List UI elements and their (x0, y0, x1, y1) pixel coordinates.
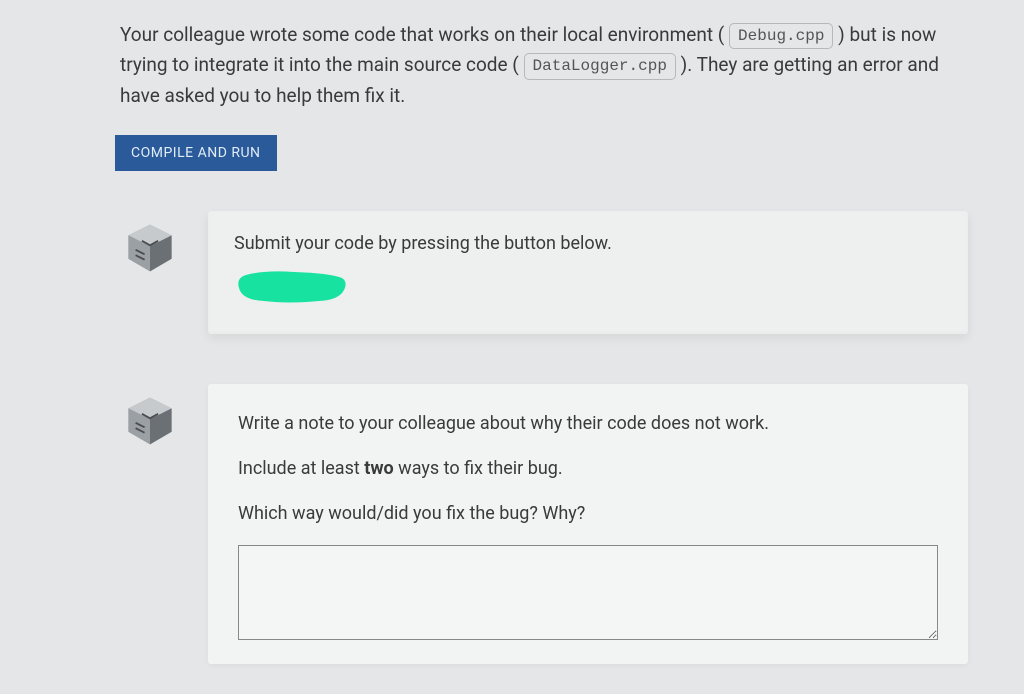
problem-description: Your colleague wrote some code that work… (120, 20, 940, 111)
note-section-icon-cell (120, 384, 180, 448)
note-instruction-2-pre: Include at least (238, 458, 364, 479)
note-instruction-2-post: ways to fix their bug. (394, 458, 563, 479)
note-section: Write a note to your colleague about why… (120, 384, 974, 664)
redaction-highlight (234, 268, 349, 304)
compile-and-run-button[interactable]: COMPILE AND RUN (115, 135, 277, 171)
intro-segment-1: Your colleague wrote some code that work… (120, 23, 724, 46)
note-input[interactable] (238, 545, 938, 640)
note-instruction-3: Which way would/did you fix the bug? Why… (238, 500, 938, 527)
cube-icon (123, 394, 177, 448)
submit-section: Submit your code by pressing the button … (120, 211, 974, 334)
cube-icon (123, 221, 177, 275)
note-instruction-1: Write a note to your colleague about why… (238, 410, 938, 437)
note-card: Write a note to your colleague about why… (208, 384, 968, 664)
note-instruction-2-bold: two (364, 458, 393, 479)
code-reference-debug: Debug.cpp (729, 23, 833, 49)
note-instruction-2: Include at least two ways to fix their b… (238, 455, 938, 482)
submit-card: Submit your code by pressing the button … (208, 211, 968, 334)
submit-section-icon-cell (120, 211, 180, 275)
submit-card-text: Submit your code by pressing the button … (234, 233, 942, 254)
code-reference-datalogger: DataLogger.cpp (524, 53, 676, 79)
